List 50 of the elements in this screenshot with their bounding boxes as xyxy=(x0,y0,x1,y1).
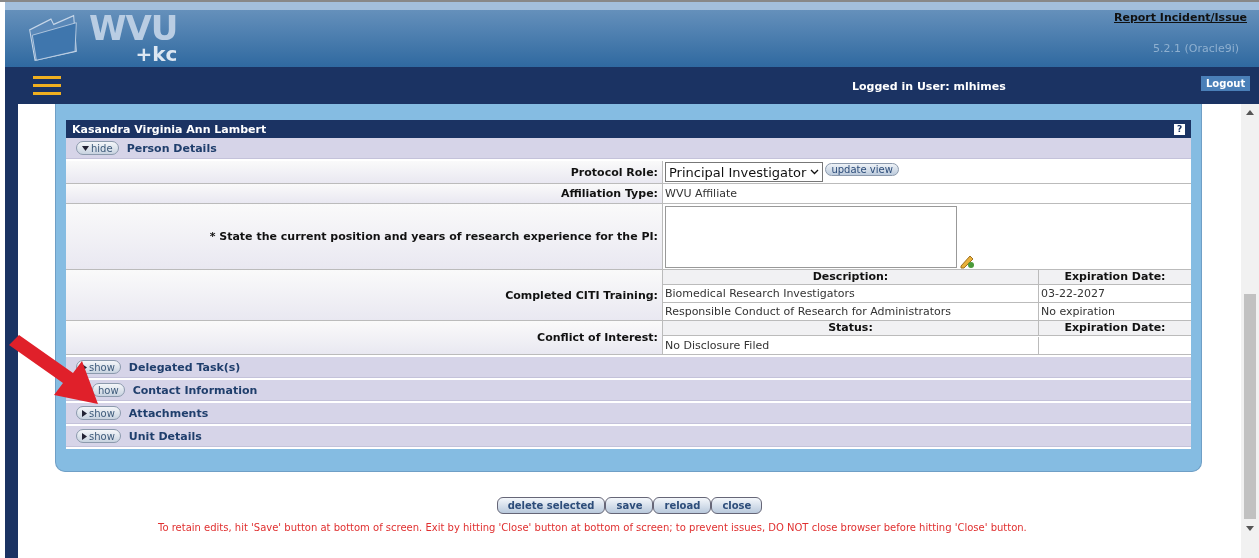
role-dropdown[interactable]: Principal Investigator xyxy=(665,162,824,182)
menu-icon[interactable] xyxy=(33,74,61,97)
answer-box[interactable] xyxy=(665,206,957,268)
table-cell: No expiration xyxy=(1038,303,1191,320)
scrollbar-thumb[interactable] xyxy=(1244,294,1256,519)
table-cell: 03-22-2027 xyxy=(1038,285,1191,303)
field-label: Protocol Role: xyxy=(570,165,658,179)
section-title: Contact Information xyxy=(132,383,258,397)
field-value: WVU Affiliate xyxy=(665,187,738,200)
help-button[interactable]: ? xyxy=(1174,123,1185,135)
action-button[interactable]: delete selected xyxy=(496,497,606,514)
table-cell-text: No Disclosure Filed xyxy=(664,337,771,354)
section-title: Attachments xyxy=(128,406,209,420)
pencil-icon xyxy=(959,253,975,269)
notice-text: To retain edits, hit 'Save' button at bottom of screen. Exit by hitting 'Close' button at bottom of screen; to prevent issues, DO NOT close browser before hitting 'Close' button. xyxy=(158,522,1027,533)
toggle-button[interactable]: show xyxy=(76,429,121,443)
logout-button[interactable]: Logout xyxy=(1201,76,1251,91)
caret-icon xyxy=(82,145,89,151)
section-title: Delegated Task(s) xyxy=(128,360,241,374)
field-label: Affiliation Type: xyxy=(560,187,658,200)
panel-title: Kasandra Virginia Ann Lambert xyxy=(72,122,267,136)
update-view-button[interactable]: update view xyxy=(825,163,899,176)
action-button[interactable]: reload xyxy=(653,497,712,514)
section-title: Unit Details xyxy=(128,429,202,443)
column-header: Expiration Date: xyxy=(1038,270,1191,285)
field-label: Conflict of Interest: xyxy=(537,331,658,344)
table-cell-text: Responsible Conduct of Research for Administrators xyxy=(664,304,952,320)
logged-in-user: Logged in User: mlhimes xyxy=(852,80,1006,93)
column-header: Status: xyxy=(663,321,1038,336)
field-label: * State the current position and years of research experience for the PI: xyxy=(209,230,658,243)
report-incident-link[interactable]: Report Incident/Issue xyxy=(1114,11,1247,24)
action-button[interactable]: close xyxy=(711,497,763,514)
toggle-button[interactable]: hide xyxy=(76,141,119,155)
column-header: Description: xyxy=(663,270,1038,285)
logo-text: WVU xyxy=(89,12,178,44)
table-cell: Biomedical Research Investigators xyxy=(663,285,1038,303)
chevron-icon xyxy=(810,169,820,175)
toggle-button[interactable]: show xyxy=(76,406,121,420)
scrollbar[interactable] xyxy=(1241,104,1259,558)
action-button[interactable]: save xyxy=(605,497,654,514)
caret-icon xyxy=(82,409,87,417)
toggle-button[interactable]: how xyxy=(92,383,125,397)
scroll-down-icon[interactable] xyxy=(1246,526,1254,531)
scroll-up-icon[interactable] xyxy=(1246,110,1254,115)
section-title: Person Details xyxy=(126,141,217,155)
caret-icon xyxy=(82,432,87,440)
version-text: 5.2.1 (Oracle9i) xyxy=(1153,42,1239,55)
field-label: Completed CITI Training: xyxy=(505,288,658,302)
column-header: Expiration Date: xyxy=(1038,321,1191,336)
logo-subtext: +kc xyxy=(135,44,178,64)
